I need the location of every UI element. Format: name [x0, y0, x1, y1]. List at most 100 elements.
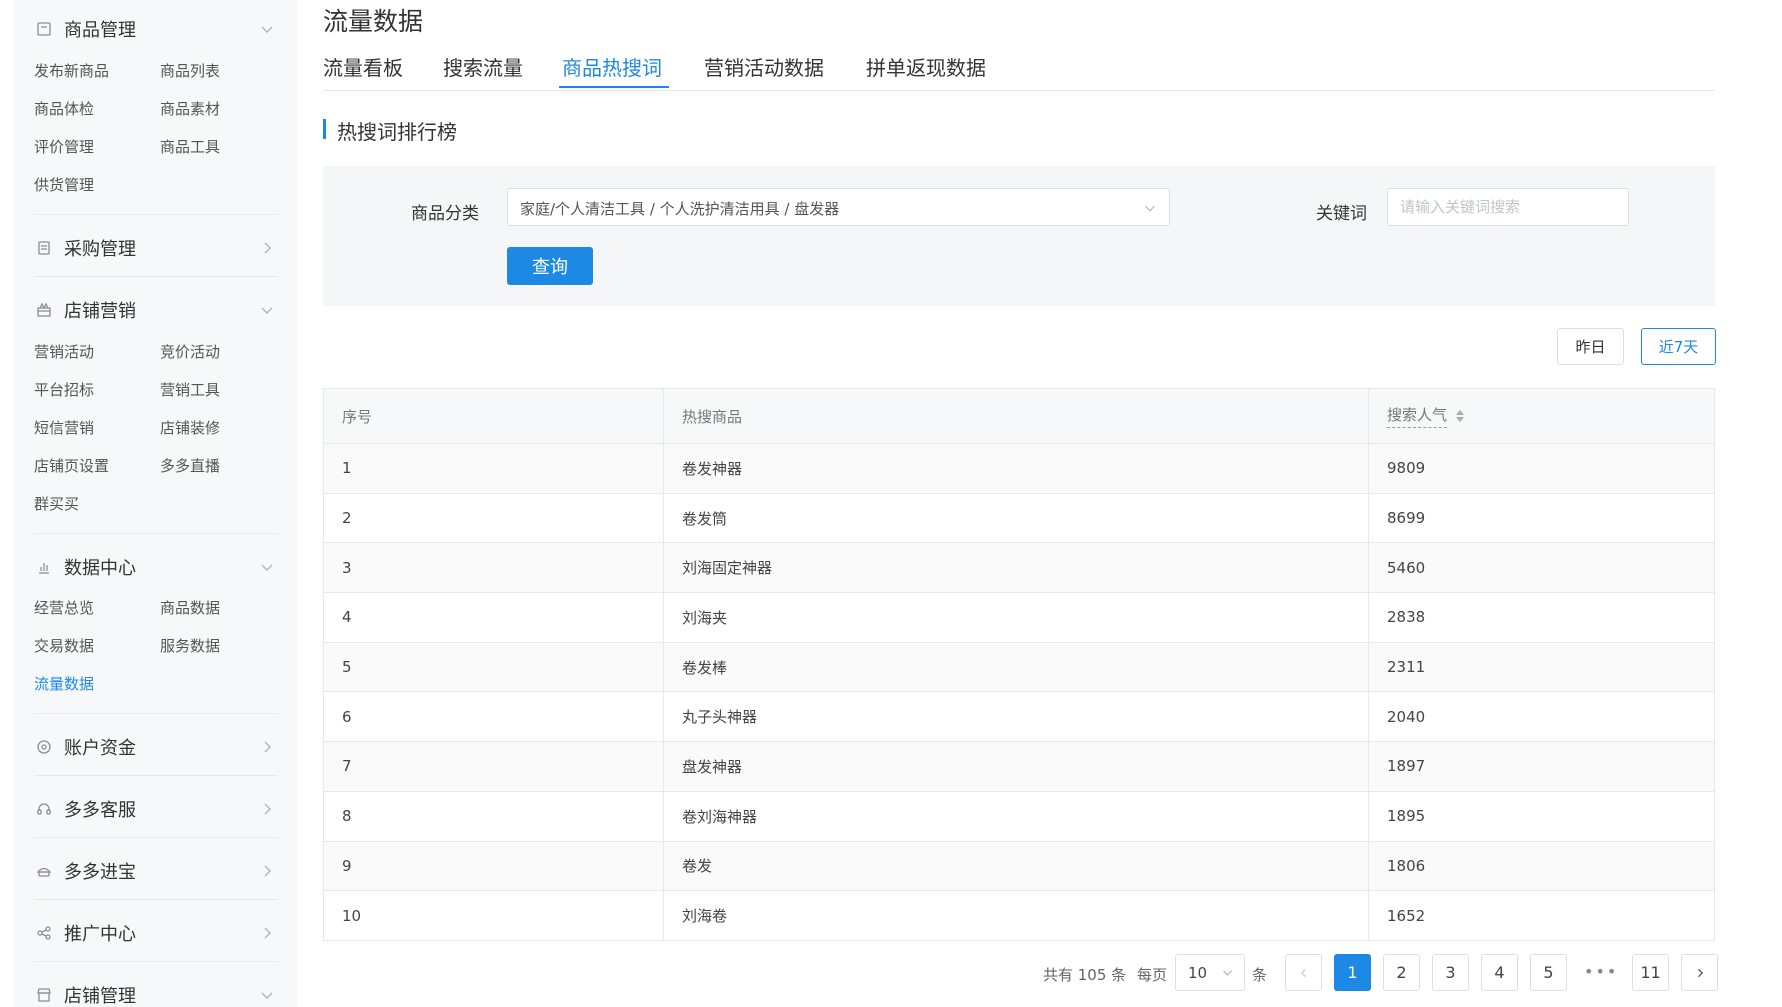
chevron-down-icon [261, 992, 273, 999]
category-select-value: 家庭/个人清洁工具 / 个人洗护清洁用具 / 盘发器 [520, 200, 840, 218]
sidebar-section-title: 店铺管理 [64, 986, 136, 1007]
sidebar-section-title: 推广中心 [64, 924, 136, 945]
tab-traffic-board[interactable]: 流量看板 [323, 52, 403, 81]
row-index: 2 [324, 493, 664, 543]
sidebar-section-data[interactable]: 数据中心 [14, 547, 297, 587]
tab-cashback-data[interactable]: 拼单返现数据 [866, 52, 986, 81]
page-button-5[interactable]: 5 [1530, 954, 1567, 991]
last-7-days-button[interactable]: 近7天 [1641, 328, 1716, 365]
sidebar-section-jinbao[interactable]: 多多进宝 [14, 851, 297, 891]
section-marker [323, 119, 326, 139]
query-button[interactable]: 查询 [507, 247, 593, 285]
tab-search-traffic[interactable]: 搜索流量 [443, 52, 523, 81]
tab-marketing-data[interactable]: 营销活动数据 [704, 52, 824, 81]
chevron-right-icon [1697, 968, 1703, 977]
divider [34, 961, 278, 962]
sidebar-item-marketing-tools[interactable]: 营销工具 [160, 379, 220, 400]
divider [34, 837, 278, 838]
row-index: 5 [324, 642, 664, 692]
table-row: 10 刘海卷 1652 [324, 891, 1714, 941]
page-button-1[interactable]: 1 [1334, 954, 1371, 991]
sidebar-item-sms[interactable]: 短信营销 [34, 417, 94, 438]
yesterday-button[interactable]: 昨日 [1557, 328, 1624, 365]
page-button-2[interactable]: 2 [1383, 954, 1420, 991]
row-product: 盘发神器 [664, 742, 1369, 791]
row-index: 9 [324, 841, 664, 891]
chevron-down-icon [261, 26, 273, 33]
row-popularity: 1895 [1387, 807, 1426, 826]
coin-icon [35, 738, 53, 756]
row-popularity: 1652 [1387, 906, 1426, 925]
sidebar-section-promo[interactable]: 推广中心 [14, 913, 297, 953]
category-select[interactable]: 家庭/个人清洁工具 / 个人洗护清洁用具 / 盘发器 [507, 188, 1170, 226]
sidebar-item-traffic-data[interactable]: 流量数据 [34, 673, 94, 694]
sidebar-item-reviews[interactable]: 评价管理 [34, 136, 94, 157]
sidebar-section-title: 多多客服 [64, 800, 136, 821]
row-popularity: 1806 [1387, 856, 1426, 875]
row-product: 刘海夹 [664, 593, 1369, 642]
sidebar-section-service[interactable]: 多多客服 [14, 789, 297, 829]
divider [34, 533, 278, 534]
table-row: 5 卷发棒 2311 [324, 642, 1714, 693]
table-row: 8 卷刘海神器 1895 [324, 791, 1714, 842]
row-index: 6 [324, 692, 664, 742]
sort-icon[interactable] [1455, 408, 1465, 424]
sidebar-item-tender[interactable]: 平台招标 [34, 379, 94, 400]
sidebar-item-goods-check[interactable]: 商品体检 [34, 98, 94, 119]
chevron-right-icon [264, 865, 271, 877]
pagination-ellipsis[interactable]: ••• [1584, 962, 1618, 981]
sidebar-item-goods-material[interactable]: 商品素材 [160, 98, 220, 119]
page-size-value: 10 [1188, 964, 1208, 982]
page-button-3[interactable]: 3 [1432, 954, 1469, 991]
sidebar-section-title: 采购管理 [64, 239, 136, 260]
sidebar-item-live[interactable]: 多多直播 [160, 455, 220, 476]
sidebar-section-title: 多多进宝 [64, 862, 136, 883]
divider [34, 276, 278, 277]
sidebar-section-marketing[interactable]: 店铺营销 [14, 290, 297, 330]
table-row: 2 卷发筒 8699 [324, 493, 1714, 544]
sidebar-item-publish[interactable]: 发布新商品 [34, 60, 109, 81]
row-popularity: 2838 [1387, 608, 1426, 627]
row-product: 卷发 [664, 841, 1369, 891]
page-button-4[interactable]: 4 [1481, 954, 1518, 991]
chevron-left-icon [1300, 968, 1306, 977]
sidebar-item-goods-data[interactable]: 商品数据 [160, 597, 220, 618]
sidebar: 商品管理 发布新商品 商品列表 商品体检 商品素材 评价管理 商品工具 供货管理… [14, 0, 297, 1007]
sidebar-item-trade-data[interactable]: 交易数据 [34, 635, 94, 656]
chevron-down-icon [261, 564, 273, 571]
sidebar-item-group-buy[interactable]: 群买买 [34, 493, 79, 514]
page-button-last[interactable]: 11 [1632, 954, 1669, 991]
sidebar-section-purchase[interactable]: 采购管理 [14, 228, 297, 268]
row-popularity: 1897 [1387, 757, 1426, 776]
pagination-per-page-label: 每页 [1137, 966, 1168, 984]
sidebar-item-goods-list[interactable]: 商品列表 [160, 60, 220, 81]
header-product: 热搜商品 [664, 389, 1369, 443]
next-page-button[interactable] [1681, 954, 1718, 991]
header-popularity[interactable]: 搜索人气 [1369, 389, 1714, 443]
chevron-right-icon [264, 927, 271, 939]
prev-page-button[interactable] [1285, 954, 1322, 991]
row-product: 卷刘海神器 [664, 791, 1369, 841]
tabs-divider [323, 90, 1715, 91]
sidebar-item-shop-page[interactable]: 店铺页设置 [34, 455, 109, 476]
store-icon [35, 986, 53, 1004]
row-product: 卷发筒 [664, 493, 1369, 543]
sidebar-item-marketing-events[interactable]: 营销活动 [34, 341, 94, 362]
sidebar-item-overview[interactable]: 经营总览 [34, 597, 94, 618]
keyword-input[interactable] [1387, 188, 1629, 226]
tab-hot-search-words[interactable]: 商品热搜词 [562, 52, 662, 81]
table-row: 1 卷发神器 9809 [324, 444, 1714, 494]
sidebar-item-goods-tools[interactable]: 商品工具 [160, 136, 220, 157]
sidebar-item-service-data[interactable]: 服务数据 [160, 635, 220, 656]
sidebar-item-decoration[interactable]: 店铺装修 [160, 417, 220, 438]
page-size-select[interactable]: 10 [1175, 954, 1245, 991]
divider [34, 775, 278, 776]
row-product: 卷发棒 [664, 642, 1369, 692]
sidebar-section-account[interactable]: 账户资金 [14, 727, 297, 767]
sidebar-item-bidding[interactable]: 竞价活动 [160, 341, 220, 362]
chevron-right-icon [264, 741, 271, 753]
sidebar-item-supply[interactable]: 供货管理 [34, 174, 94, 195]
sidebar-section-goods[interactable]: 商品管理 [14, 9, 297, 49]
sidebar-section-shop[interactable]: 店铺管理 [14, 975, 297, 1007]
divider [34, 214, 278, 215]
